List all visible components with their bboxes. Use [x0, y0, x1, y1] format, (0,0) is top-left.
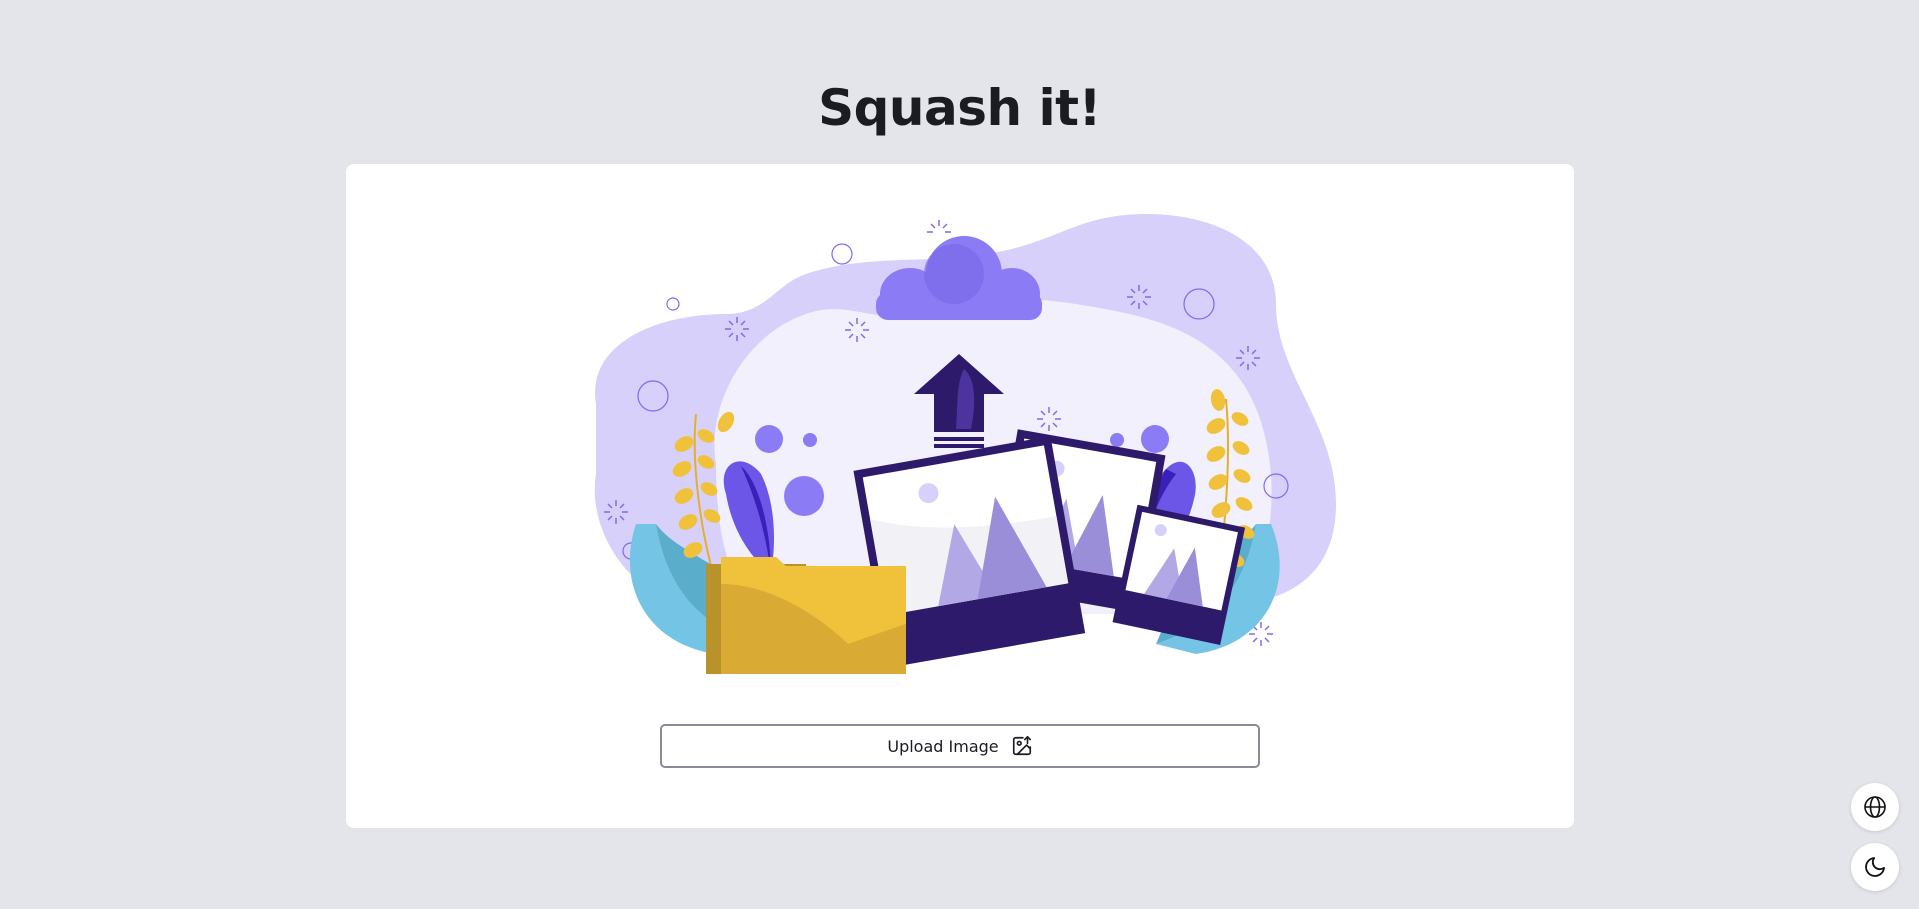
page-title: Squash it!	[818, 79, 1101, 137]
upload-card: Upload Image	[346, 164, 1574, 828]
moon-icon	[1865, 857, 1885, 877]
language-button[interactable]	[1851, 783, 1899, 831]
upload-button-label: Upload Image	[887, 736, 999, 756]
upload-image-button[interactable]: Upload Image	[660, 724, 1260, 768]
image-upload-icon	[1011, 735, 1033, 757]
theme-toggle-button[interactable]	[1851, 843, 1899, 891]
upload-illustration	[594, 214, 1336, 674]
globe-icon	[1864, 796, 1886, 818]
